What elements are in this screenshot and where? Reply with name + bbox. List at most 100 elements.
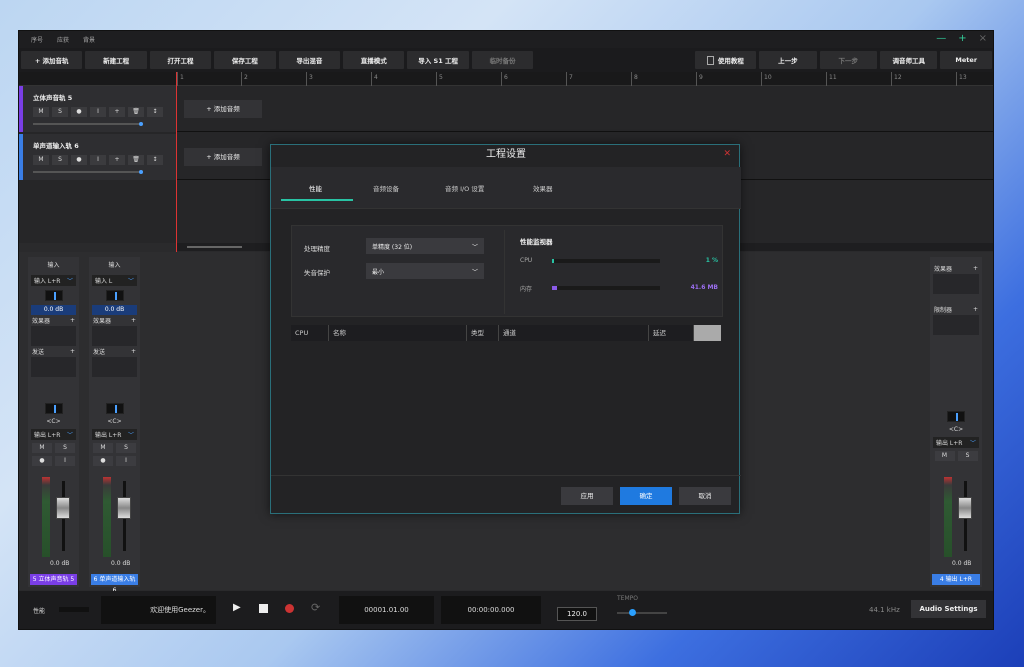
monitor-button[interactable]: I xyxy=(116,456,136,466)
table-options-button[interactable] xyxy=(694,325,721,341)
add-icon[interactable]: + xyxy=(131,317,136,324)
cancel-button[interactable]: 取消 xyxy=(679,487,731,505)
solo-button[interactable]: S xyxy=(52,155,68,165)
open-project-button[interactable]: 打开工程 xyxy=(149,51,212,69)
undo-button[interactable]: 上一步 xyxy=(759,51,817,69)
minimize-icon[interactable]: — xyxy=(936,33,946,44)
mute-button[interactable]: M xyxy=(33,107,49,117)
delete-icon[interactable]: 🗑 xyxy=(128,107,144,117)
menu-item[interactable]: 背景 xyxy=(83,35,95,44)
fx-slot-area[interactable] xyxy=(92,326,137,346)
record-button[interactable]: ● xyxy=(71,107,87,117)
add-audio-button[interactable]: + 添加音频 xyxy=(184,148,262,166)
add-button[interactable]: + xyxy=(109,155,125,165)
solo-button[interactable]: S xyxy=(55,443,75,453)
solo-button[interactable]: S xyxy=(957,451,978,461)
add-icon[interactable]: + xyxy=(973,265,978,272)
redo-button[interactable]: 下一步 xyxy=(819,51,878,69)
ok-button[interactable]: 确定 xyxy=(620,487,672,505)
close-icon[interactable]: ✕ xyxy=(723,149,731,159)
column-header[interactable]: CPU xyxy=(291,325,329,341)
delete-icon[interactable]: 🗑 xyxy=(128,155,144,165)
add-audio-button[interactable]: + 添加音频 xyxy=(184,100,262,118)
monitor-button[interactable]: I xyxy=(55,456,75,466)
volume-fader[interactable] xyxy=(117,497,131,519)
fx-slot[interactable]: 效果器 + xyxy=(28,315,79,326)
column-header[interactable]: 延迟 xyxy=(649,325,694,341)
import-s1-button[interactable]: 导入 S1 工程 xyxy=(407,51,469,69)
close-icon[interactable]: × xyxy=(979,33,987,44)
tempo-slider[interactable] xyxy=(617,609,667,616)
apply-button[interactable]: 应用 xyxy=(561,487,613,505)
tuner-tools-button[interactable]: 调音师工具 xyxy=(880,51,938,69)
input-select[interactable]: 输入 L+R ﹀ xyxy=(31,275,76,286)
tab-effects[interactable]: 效果器 xyxy=(533,183,553,193)
mute-button[interactable]: M xyxy=(934,451,955,461)
input-monitor-button[interactable]: I xyxy=(90,107,106,117)
send-slot[interactable]: 发送 + xyxy=(89,346,140,357)
live-mode-button[interactable]: 直播模式 xyxy=(343,51,405,69)
fx-slot[interactable]: 效果器 + xyxy=(89,315,140,326)
resize-icon[interactable]: ↕ xyxy=(147,155,163,165)
mute-button[interactable]: M xyxy=(32,443,52,453)
send-slot-area[interactable] xyxy=(92,357,137,377)
solo-button[interactable]: S xyxy=(116,443,136,453)
fx-slot-area[interactable] xyxy=(31,326,76,346)
play-icon[interactable]: ▶ xyxy=(233,602,241,613)
add-track-button[interactable]: + 添加音轨 xyxy=(21,51,83,69)
input-gain-knob[interactable] xyxy=(44,290,63,301)
add-icon[interactable]: + xyxy=(131,348,136,355)
mute-button[interactable]: M xyxy=(93,443,113,453)
record-button[interactable]: ● xyxy=(71,155,87,165)
pan-knob[interactable] xyxy=(947,411,965,422)
input-select[interactable]: 输入 L ﹀ xyxy=(92,275,137,286)
stop-icon[interactable] xyxy=(259,604,268,613)
resize-icon[interactable]: ↕ xyxy=(147,107,163,117)
record-arm-button[interactable]: ● xyxy=(32,456,52,466)
save-project-button[interactable]: 保存工程 xyxy=(214,51,276,69)
record-icon[interactable] xyxy=(285,604,294,613)
loop-icon[interactable]: ⟳ xyxy=(311,601,320,614)
add-button[interactable]: + xyxy=(109,107,125,117)
add-icon[interactable]: + xyxy=(70,317,75,324)
limiter-slot[interactable]: 限制器 + xyxy=(930,304,982,315)
menu-item[interactable]: 序号 xyxy=(31,35,43,44)
column-header[interactable]: 名称 xyxy=(329,325,467,341)
time-display[interactable]: 00:00:00.000 xyxy=(441,596,541,624)
solo-button[interactable]: S xyxy=(52,107,68,117)
track-header[interactable]: 单声道输入轨 6 M S ● I + 🗑 ↕ xyxy=(19,134,176,180)
fx-slot[interactable]: 效果器 + xyxy=(930,263,982,274)
audio-settings-button[interactable]: Audio Settings xyxy=(911,600,986,618)
column-header[interactable]: 通道 xyxy=(499,325,649,341)
mute-button[interactable]: M xyxy=(33,155,49,165)
maximize-icon[interactable]: + xyxy=(958,33,966,44)
temp-backup-button[interactable]: 临时备份 xyxy=(471,51,534,69)
export-mix-button[interactable]: 导出混音 xyxy=(278,51,341,69)
send-slot-area[interactable] xyxy=(31,357,76,377)
tempo-field[interactable]: 120.0 xyxy=(557,607,597,621)
input-monitor-button[interactable]: I xyxy=(90,155,106,165)
limiter-slot-area[interactable] xyxy=(933,315,979,335)
meter-button[interactable]: Meter xyxy=(940,51,992,69)
output-select[interactable]: 输出 L+R ﹀ xyxy=(92,429,137,440)
add-icon[interactable]: + xyxy=(973,306,978,313)
new-project-button[interactable]: 新建工程 xyxy=(85,51,147,69)
pan-knob[interactable] xyxy=(105,403,124,414)
send-slot[interactable]: 发送 + xyxy=(28,346,79,357)
input-gain-knob[interactable] xyxy=(105,290,124,301)
output-select[interactable]: 输出 L+R ﹀ xyxy=(933,437,979,448)
output-select[interactable]: 输出 L+R ﹀ xyxy=(31,429,76,440)
volume-fader[interactable] xyxy=(56,497,70,519)
track-header[interactable]: 立体声音轨 5 M S ● I + 🗑 ↕ xyxy=(19,86,176,132)
playhead[interactable] xyxy=(176,72,177,262)
fx-slot-area[interactable] xyxy=(933,274,979,294)
menu-item[interactable]: 应获 xyxy=(57,35,69,44)
tutorial-button[interactable]: 使用教程 xyxy=(694,51,757,69)
column-header[interactable]: 类型 xyxy=(467,325,499,341)
timeline-ruler[interactable]: 1 2 3 4 5 6 7 8 9 10 11 12 13 xyxy=(19,72,993,86)
tab-performance[interactable]: 性能 xyxy=(309,183,322,193)
tab-audio-io[interactable]: 音频 I/O 设置 xyxy=(445,183,484,193)
volume-slider[interactable] xyxy=(33,170,143,174)
tab-audio-device[interactable]: 音频设备 xyxy=(373,183,399,193)
dropout-select[interactable]: 最小 ﹀ xyxy=(366,263,484,279)
